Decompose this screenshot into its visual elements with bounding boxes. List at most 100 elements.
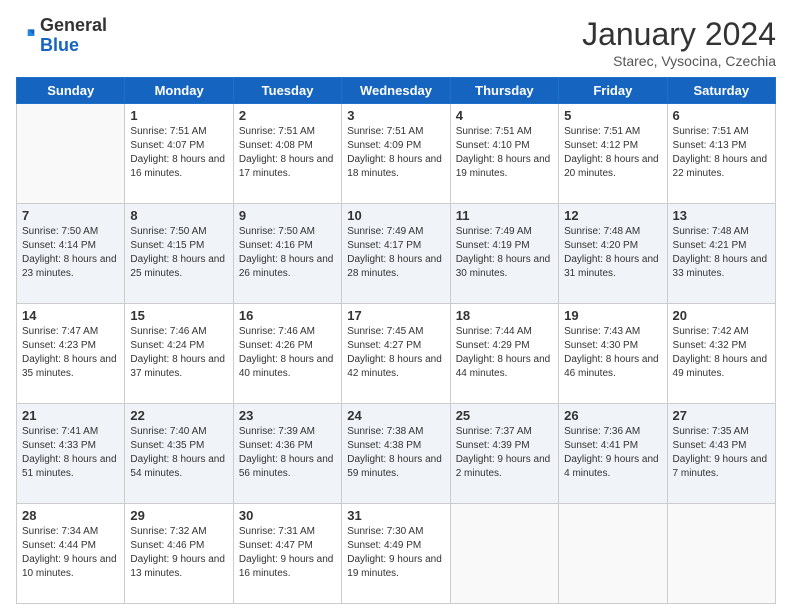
day-info: Sunrise: 7:51 AMSunset: 4:07 PMDaylight:… bbox=[130, 125, 227, 181]
day-info: Sunrise: 7:30 AMSunset: 4:49 PMDaylight:… bbox=[347, 525, 444, 581]
day-info: Sunrise: 7:37 AMSunset: 4:39 PMDaylight:… bbox=[456, 425, 553, 481]
title-area: January 2024 Starec, Vysocina, Czechia bbox=[582, 16, 776, 69]
day-info: Sunrise: 7:49 AMSunset: 4:19 PMDaylight:… bbox=[456, 225, 553, 281]
day-number: 11 bbox=[456, 208, 553, 223]
col-saturday: Saturday bbox=[667, 78, 775, 104]
day-number: 9 bbox=[239, 208, 336, 223]
month-title: January 2024 bbox=[582, 16, 776, 53]
col-thursday: Thursday bbox=[450, 78, 558, 104]
day-info: Sunrise: 7:35 AMSunset: 4:43 PMDaylight:… bbox=[673, 425, 770, 481]
calendar-cell: 31Sunrise: 7:30 AMSunset: 4:49 PMDayligh… bbox=[342, 504, 450, 604]
day-number: 22 bbox=[130, 408, 227, 423]
calendar-cell: 15 Sunrise: 7:46 AMSunset: 4:24 PMDayligh… bbox=[125, 304, 233, 404]
logo-icon bbox=[16, 26, 36, 46]
day-number: 27 bbox=[673, 408, 770, 423]
calendar-cell: 7Sunrise: 7:50 AMSunset: 4:14 PMDaylight… bbox=[17, 204, 125, 304]
calendar-cell: 22 Sunrise: 7:40 AMSunset: 4:35 PMDayligh… bbox=[125, 404, 233, 504]
day-info: Sunrise: 7:50 AMSunset: 4:16 PMDaylight:… bbox=[239, 225, 336, 281]
day-number: 12 bbox=[564, 208, 661, 223]
day-info: Sunrise: 7:41 AMSunset: 4:33 PMDaylight:… bbox=[22, 425, 119, 481]
calendar-cell: 28 Sunrise: 7:34 AMSunset: 4:44 PMDayligh… bbox=[17, 504, 125, 604]
calendar-cell: 11 Sunrise: 7:49 AMSunset: 4:19 PMDayligh… bbox=[450, 204, 558, 304]
day-info: Sunrise: 7:51 AMSunset: 4:13 PMDaylight:… bbox=[673, 125, 770, 181]
day-number: 1 bbox=[130, 108, 227, 123]
calendar-cell: 18 Sunrise: 7:44 AMSunset: 4:29 PMDayligh… bbox=[450, 304, 558, 404]
day-info: Sunrise: 7:40 AMSunset: 4:35 PMDaylight:… bbox=[130, 425, 227, 481]
calendar-cell: 13 Sunrise: 7:48 AMSunset: 4:21 PMDayligh… bbox=[667, 204, 775, 304]
day-info: Sunrise: 7:51 AMSunset: 4:09 PMDaylight:… bbox=[347, 125, 444, 181]
day-number: 5 bbox=[564, 108, 661, 123]
day-info: Sunrise: 7:51 AMSunset: 4:10 PMDaylight:… bbox=[456, 125, 553, 181]
day-number: 18 bbox=[456, 308, 553, 323]
calendar-week-4: 21Sunrise: 7:41 AMSunset: 4:33 PMDayligh… bbox=[17, 404, 776, 504]
day-number: 25 bbox=[456, 408, 553, 423]
day-info: Sunrise: 7:32 AMSunset: 4:46 PMDaylight:… bbox=[130, 525, 227, 581]
calendar-cell: 9 Sunrise: 7:50 AMSunset: 4:16 PMDaylight… bbox=[233, 204, 341, 304]
calendar-cell: 8 Sunrise: 7:50 AMSunset: 4:15 PMDaylight… bbox=[125, 204, 233, 304]
col-wednesday: Wednesday bbox=[342, 78, 450, 104]
day-number: 24 bbox=[347, 408, 444, 423]
day-info: Sunrise: 7:50 AMSunset: 4:15 PMDaylight:… bbox=[130, 225, 227, 281]
day-number: 8 bbox=[130, 208, 227, 223]
day-number: 15 bbox=[130, 308, 227, 323]
day-info: Sunrise: 7:31 AMSunset: 4:47 PMDaylight:… bbox=[239, 525, 336, 581]
page: General Blue January 2024 Starec, Vysoci… bbox=[0, 0, 792, 612]
calendar-cell: 3 Sunrise: 7:51 AMSunset: 4:09 PMDaylight… bbox=[342, 104, 450, 204]
header: General Blue January 2024 Starec, Vysoci… bbox=[16, 16, 776, 69]
day-info: Sunrise: 7:51 AMSunset: 4:12 PMDaylight:… bbox=[564, 125, 661, 181]
day-info: Sunrise: 7:46 AMSunset: 4:24 PMDaylight:… bbox=[130, 325, 227, 381]
logo: General Blue bbox=[16, 16, 107, 56]
calendar-cell: 12 Sunrise: 7:48 AMSunset: 4:20 PMDayligh… bbox=[559, 204, 667, 304]
day-number: 23 bbox=[239, 408, 336, 423]
day-info: Sunrise: 7:48 AMSunset: 4:20 PMDaylight:… bbox=[564, 225, 661, 281]
day-number: 14 bbox=[22, 308, 119, 323]
calendar-cell: 30Sunrise: 7:31 AMSunset: 4:47 PMDayligh… bbox=[233, 504, 341, 604]
calendar-cell: 14 Sunrise: 7:47 AMSunset: 4:23 PMDayligh… bbox=[17, 304, 125, 404]
calendar-cell: 24Sunrise: 7:38 AMSunset: 4:38 PMDayligh… bbox=[342, 404, 450, 504]
day-info: Sunrise: 7:50 AMSunset: 4:14 PMDaylight:… bbox=[22, 225, 119, 281]
col-friday: Friday bbox=[559, 78, 667, 104]
calendar-cell: 29 Sunrise: 7:32 AMSunset: 4:46 PMDayligh… bbox=[125, 504, 233, 604]
day-number: 16 bbox=[239, 308, 336, 323]
day-number: 26 bbox=[564, 408, 661, 423]
calendar-week-5: 28 Sunrise: 7:34 AMSunset: 4:44 PMDayligh… bbox=[17, 504, 776, 604]
day-number: 3 bbox=[347, 108, 444, 123]
day-number: 20 bbox=[673, 308, 770, 323]
calendar-cell: 27 Sunrise: 7:35 AMSunset: 4:43 PMDayligh… bbox=[667, 404, 775, 504]
day-info: Sunrise: 7:43 AMSunset: 4:30 PMDaylight:… bbox=[564, 325, 661, 381]
logo-blue-text: Blue bbox=[40, 35, 79, 55]
day-number: 28 bbox=[22, 508, 119, 523]
logo-general-text: General bbox=[40, 15, 107, 35]
calendar-cell: 21Sunrise: 7:41 AMSunset: 4:33 PMDayligh… bbox=[17, 404, 125, 504]
calendar-cell: 2Sunrise: 7:51 AMSunset: 4:08 PMDaylight… bbox=[233, 104, 341, 204]
day-info: Sunrise: 7:48 AMSunset: 4:21 PMDaylight:… bbox=[673, 225, 770, 281]
day-info: Sunrise: 7:42 AMSunset: 4:32 PMDaylight:… bbox=[673, 325, 770, 381]
day-number: 13 bbox=[673, 208, 770, 223]
day-info: Sunrise: 7:44 AMSunset: 4:29 PMDaylight:… bbox=[456, 325, 553, 381]
calendar-cell bbox=[667, 504, 775, 604]
calendar-week-3: 14 Sunrise: 7:47 AMSunset: 4:23 PMDayligh… bbox=[17, 304, 776, 404]
calendar-cell: 26 Sunrise: 7:36 AMSunset: 4:41 PMDayligh… bbox=[559, 404, 667, 504]
day-number: 19 bbox=[564, 308, 661, 323]
calendar-cell: 1 Sunrise: 7:51 AMSunset: 4:07 PMDaylight… bbox=[125, 104, 233, 204]
day-number: 17 bbox=[347, 308, 444, 323]
day-info: Sunrise: 7:46 AMSunset: 4:26 PMDaylight:… bbox=[239, 325, 336, 381]
calendar-cell: 16 Sunrise: 7:46 AMSunset: 4:26 PMDayligh… bbox=[233, 304, 341, 404]
calendar: Sunday Monday Tuesday Wednesday Thursday… bbox=[16, 77, 776, 604]
calendar-cell: 25 Sunrise: 7:37 AMSunset: 4:39 PMDayligh… bbox=[450, 404, 558, 504]
header-row: Sunday Monday Tuesday Wednesday Thursday… bbox=[17, 78, 776, 104]
day-number: 2 bbox=[239, 108, 336, 123]
calendar-cell: 20 Sunrise: 7:42 AMSunset: 4:32 PMDayligh… bbox=[667, 304, 775, 404]
calendar-cell: 17Sunrise: 7:45 AMSunset: 4:27 PMDayligh… bbox=[342, 304, 450, 404]
day-info: Sunrise: 7:36 AMSunset: 4:41 PMDaylight:… bbox=[564, 425, 661, 481]
day-number: 10 bbox=[347, 208, 444, 223]
col-monday: Monday bbox=[125, 78, 233, 104]
calendar-cell: 5 Sunrise: 7:51 AMSunset: 4:12 PMDaylight… bbox=[559, 104, 667, 204]
calendar-cell: 6 Sunrise: 7:51 AMSunset: 4:13 PMDaylight… bbox=[667, 104, 775, 204]
day-number: 6 bbox=[673, 108, 770, 123]
calendar-cell bbox=[450, 504, 558, 604]
day-info: Sunrise: 7:34 AMSunset: 4:44 PMDaylight:… bbox=[22, 525, 119, 581]
day-info: Sunrise: 7:47 AMSunset: 4:23 PMDaylight:… bbox=[22, 325, 119, 381]
calendar-cell: 4Sunrise: 7:51 AMSunset: 4:10 PMDaylight… bbox=[450, 104, 558, 204]
day-number: 29 bbox=[130, 508, 227, 523]
